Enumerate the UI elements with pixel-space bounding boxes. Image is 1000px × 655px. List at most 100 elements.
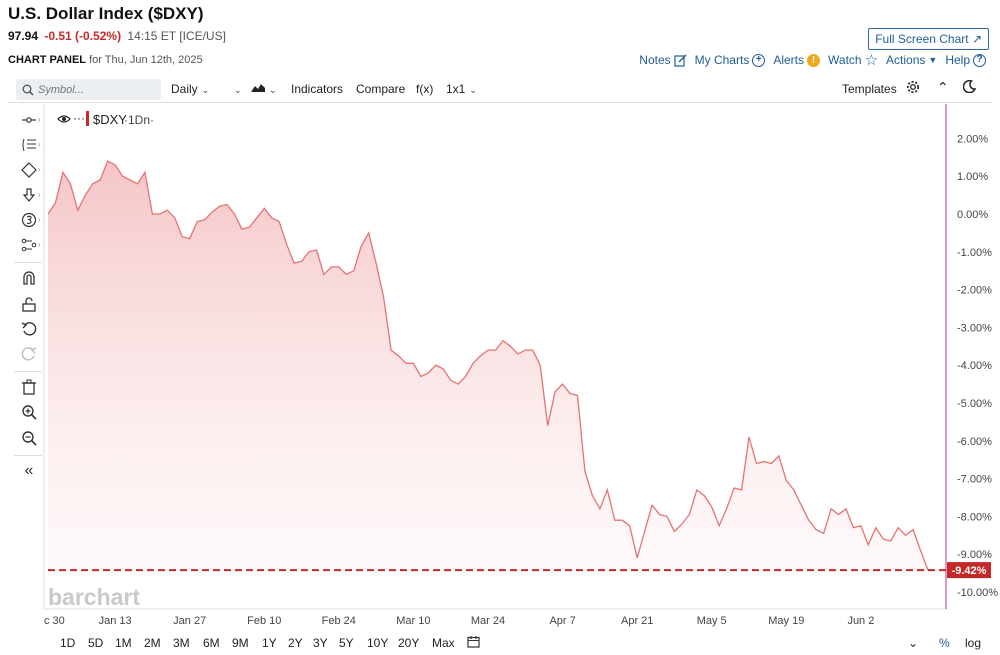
interval-select[interactable]: Daily ⌄ xyxy=(171,82,209,96)
y-tick-label: -3.00% xyxy=(957,322,992,334)
symbol-search[interactable] xyxy=(16,79,161,100)
fx-button[interactable]: f(x) xyxy=(416,82,433,96)
y-tick-label: 2.00% xyxy=(957,133,988,145)
range-button-5y[interactable]: 5Y xyxy=(339,636,354,650)
layout-select[interactable]: 1x1 ⌄ xyxy=(446,82,477,96)
plus-circle-icon: + xyxy=(752,53,766,67)
y-tick-label: -6.00% xyxy=(957,436,992,448)
chevron-down-icon: ⌄ xyxy=(269,85,277,95)
symbol-input[interactable] xyxy=(38,83,148,96)
help-link[interactable]: Help ? xyxy=(945,53,986,67)
range-button-3y[interactable]: 3Y xyxy=(313,636,328,650)
legend-color-marker xyxy=(86,111,89,126)
notes-link[interactable]: Notes xyxy=(639,53,687,67)
y-tick-label: -2.00% xyxy=(957,285,992,297)
watch-label: Watch xyxy=(828,53,862,67)
range-button-max[interactable]: Max xyxy=(432,636,455,650)
y-tick-label: -4.00% xyxy=(957,360,992,372)
chart-style-select[interactable]: ⌄ xyxy=(251,82,277,96)
my-charts-label: My Charts xyxy=(694,53,750,67)
search-icon xyxy=(22,84,34,96)
y-tick-label: 1.00% xyxy=(957,171,988,183)
area-fill xyxy=(48,161,928,571)
star-icon: ☆ xyxy=(864,52,879,69)
calendar-icon[interactable] xyxy=(467,635,480,651)
range-button-20y[interactable]: 20Y xyxy=(398,636,419,650)
price-change: -0.51 (-0.52%) xyxy=(44,29,122,43)
alert-icon: ! xyxy=(807,53,821,67)
page-title: U.S. Dollar Index ($DXY) xyxy=(8,4,204,23)
last-value-label-group: -9.42% xyxy=(947,562,991,579)
x-axis: c 30 Jan 13 Jan 27 Feb 10 Feb 24 Mar 10 Mar 24… xyxy=(44,615,874,627)
expand-arrow-icon: ↗ xyxy=(971,32,982,46)
x-tick-label: May 19 xyxy=(768,615,804,627)
x-tick-label: Feb 10 xyxy=(247,615,281,627)
compare-button[interactable]: Compare xyxy=(356,82,405,96)
chart-panel-title: CHART PANEL xyxy=(8,54,87,66)
chevron-down-icon: ⌄ xyxy=(469,85,477,95)
x-tick-label: Apr 7 xyxy=(549,615,575,627)
chevron-down-icon: ⌄ xyxy=(201,85,210,95)
actions-menu[interactable]: Actions ▼ xyxy=(886,53,937,67)
alerts-label: Alerts xyxy=(773,53,805,67)
mountain-chart-icon xyxy=(251,84,265,92)
range-button-2m[interactable]: 2M xyxy=(144,636,161,650)
barchart-watermark: barchart xyxy=(48,584,140,610)
caret-down-icon: ▼ xyxy=(928,55,938,65)
range-button-3m[interactable]: 3M xyxy=(173,636,190,650)
x-tick-label: Jan 27 xyxy=(173,615,206,627)
top-links: Notes My Charts + Alerts ! Watch ☆ Actio… xyxy=(639,51,986,69)
my-charts-link[interactable]: My Charts + xyxy=(695,53,766,67)
range-button-1d[interactable]: 1D xyxy=(60,636,75,650)
range-selector: 1D 5D 1M 2M 3M 6M 9M 1Y 2Y 3Y 5Y 10Y 20Y Max ⌄ % log xyxy=(0,632,1000,655)
expand-down-icon[interactable]: ⌄ xyxy=(908,636,918,650)
help-label: Help xyxy=(945,53,970,67)
help-icon: ? xyxy=(973,53,986,67)
x-tick-label: Apr 21 xyxy=(621,615,653,627)
y-tick-label: 0.00% xyxy=(957,209,988,221)
range-button-5d[interactable]: 5D xyxy=(88,636,103,650)
last-value-label: -9.42% xyxy=(952,565,987,577)
templates-button[interactable]: Templates xyxy=(842,82,897,96)
legend-interval: ·1Dn· xyxy=(124,113,154,127)
collapse-up-icon[interactable]: ⌃ xyxy=(937,79,949,96)
range-button-1y[interactable]: 1Y xyxy=(262,636,277,650)
range-button-1m[interactable]: 1M xyxy=(115,636,132,650)
quote-line: 97.94 -0.51 (-0.52%) 14:15 ET [ICE/US] xyxy=(8,29,226,43)
actions-label: Actions xyxy=(886,53,926,67)
quote-time: 14:15 ET [ICE/US] xyxy=(127,29,226,43)
watch-link[interactable]: Watch ☆ xyxy=(828,51,878,69)
last-price: 97.94 xyxy=(8,29,39,43)
dark-mode-moon-icon[interactable] xyxy=(962,79,977,96)
range-button-6m[interactable]: 6M xyxy=(203,636,220,650)
range-button-10y[interactable]: 10Y xyxy=(367,636,388,650)
full-screen-chart-button[interactable]: Full Screen Chart ↗ xyxy=(868,28,989,50)
eye-icon[interactable] xyxy=(57,115,71,123)
indicators-button[interactable]: Indicators xyxy=(291,82,343,96)
x-tick-label: c 30 xyxy=(44,615,65,627)
chart-area[interactable]: 2.00% 1.00% 0.00% -1.00% -2.00% -3.00% -4.00% -… xyxy=(0,104,1000,634)
chart-type-chevron[interactable]: ⌄ xyxy=(230,82,242,96)
x-tick-label: Mar 10 xyxy=(396,615,430,627)
price-chart[interactable]: 2.00% 1.00% 0.00% -1.00% -2.00% -3.00% -4.00% -… xyxy=(0,104,1000,634)
full-screen-chart-label: Full Screen Chart xyxy=(875,32,969,46)
range-button-9m[interactable]: 9M xyxy=(232,636,249,650)
alerts-link[interactable]: Alerts ! xyxy=(773,53,821,67)
percent-scale-toggle[interactable]: % xyxy=(939,636,950,650)
chart-legend: ··· $DXY ·1Dn· xyxy=(57,111,154,127)
x-tick-label: Jun 2 xyxy=(847,615,874,627)
edit-icon xyxy=(674,54,687,67)
notes-label: Notes xyxy=(639,53,671,67)
interval-label: Daily xyxy=(171,82,198,96)
y-tick-label: -5.00% xyxy=(957,398,992,410)
log-scale-toggle[interactable]: log xyxy=(965,636,981,650)
layout-label: 1x1 xyxy=(446,82,466,96)
y-tick-label: -9.00% xyxy=(957,549,992,561)
chart-panel-date: for Thu, Jun 12th, 2025 xyxy=(89,54,203,66)
y-tick-label: -7.00% xyxy=(957,474,992,486)
settings-gear-icon[interactable] xyxy=(906,80,920,97)
legend-more-icon[interactable]: ··· xyxy=(73,111,85,125)
chevron-down-icon: ⌄ xyxy=(234,85,242,95)
chart-toolbar: Daily⌄ ⌄ ⌄ Indicators Compare f(x) 1x1⌄ … xyxy=(8,77,992,103)
range-button-2y[interactable]: 2Y xyxy=(288,636,303,650)
